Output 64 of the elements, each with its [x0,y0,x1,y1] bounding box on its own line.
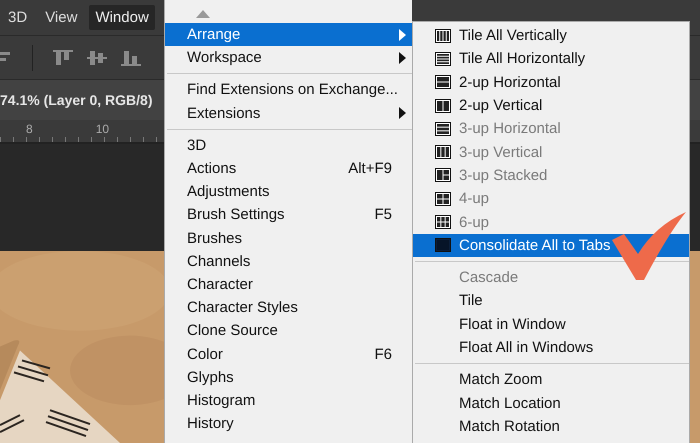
menu-item[interactable]: Match Location [413,391,689,415]
menu-item-label: Workspace [187,49,263,66]
menu-item[interactable]: Character Styles [165,296,412,320]
ruler-label: 10 [96,121,110,138]
menu-item-label: Histogram [187,392,256,409]
menu-item-label: Brush Settings [187,206,286,224]
menu-item[interactable]: 2-up Vertical [413,94,689,118]
menu-item[interactable]: Actions Alt+F9 [165,156,412,180]
layout-icon [435,238,451,252]
menu-item[interactable]: Glyphs [165,366,412,389]
menu-item[interactable]: Tile All Horizontally [413,47,689,71]
layout-icon [435,122,451,136]
menu-item[interactable]: Match Zoom [413,368,689,392]
menu-item-label: Color [187,346,224,363]
menu-item-label: Find Extensions on Exchange... [187,81,399,98]
menu-bar-item[interactable]: View [39,5,84,30]
menu-item[interactable]: 2-up Horizontal [413,70,689,94]
menu-item-label: Adjustments [187,183,271,200]
layout-icon [435,98,451,113]
layout-icon [435,75,451,90]
layout-icon [435,145,451,160]
menu-item[interactable]: History [165,412,412,436]
menu-item[interactable]: Tile [413,289,689,313]
scroll-up-icon[interactable] [196,10,210,18]
menu-item-label: Character [187,276,254,293]
menu-item-label: Channels [187,252,252,270]
menu-item-label: Character Styles [187,299,299,316]
menu-item[interactable]: Workspace [165,46,412,70]
align-top-icon[interactable] [53,48,73,68]
shortcut-label: Alt+F9 [348,160,392,178]
menu-item-label: History [187,415,235,432]
menu-item-label: Clone Source [187,322,279,340]
menu-item[interactable]: Adjustments [165,180,412,204]
menu-item-label: Extensions [187,104,262,122]
menu-item[interactable]: 3D [165,134,412,157]
menu-item[interactable]: Clone Source [165,319,412,342]
menu-item[interactable]: Find Extensions on Exchange... [165,78,412,102]
menu-item[interactable]: Character [165,272,412,296]
menu-item[interactable]: Brushes [165,226,412,250]
menu-item[interactable]: Brush Settings F5 [165,203,412,226]
menu-item[interactable]: Match Rotation [413,414,689,438]
menu-item[interactable]: Channels [165,250,412,273]
menu-item[interactable]: Extensions [165,102,412,125]
layout-icon [435,168,451,182]
ruler-label: 8 [26,121,33,138]
menu-item-label: Arrange [187,26,242,44]
menu-item[interactable]: Arrange [165,23,412,46]
shortcut-label: F5 [374,206,392,224]
menu-item-label: Brushes [187,230,244,247]
menu-item-label: 3D [187,136,208,154]
menu-bar-item[interactable]: Window [89,5,155,30]
menu-item-label: Actions [187,160,238,178]
menu-item[interactable]: Float All in Windows [413,336,689,360]
shortcut-label: F6 [374,346,392,363]
menu-bar-item[interactable]: 3D [2,5,34,30]
layout-icon [435,28,451,43]
menu-item[interactable]: Color F6 [165,342,412,366]
menu-item[interactable]: Float in Window [413,312,689,336]
layout-icon [435,52,451,66]
layout-icon [435,215,451,230]
menu-item-label: Glyphs [187,368,235,386]
layout-icon [435,192,451,206]
menu-item[interactable]: Histogram [165,388,412,412]
menu-item[interactable]: Tile All Vertically [413,24,689,48]
